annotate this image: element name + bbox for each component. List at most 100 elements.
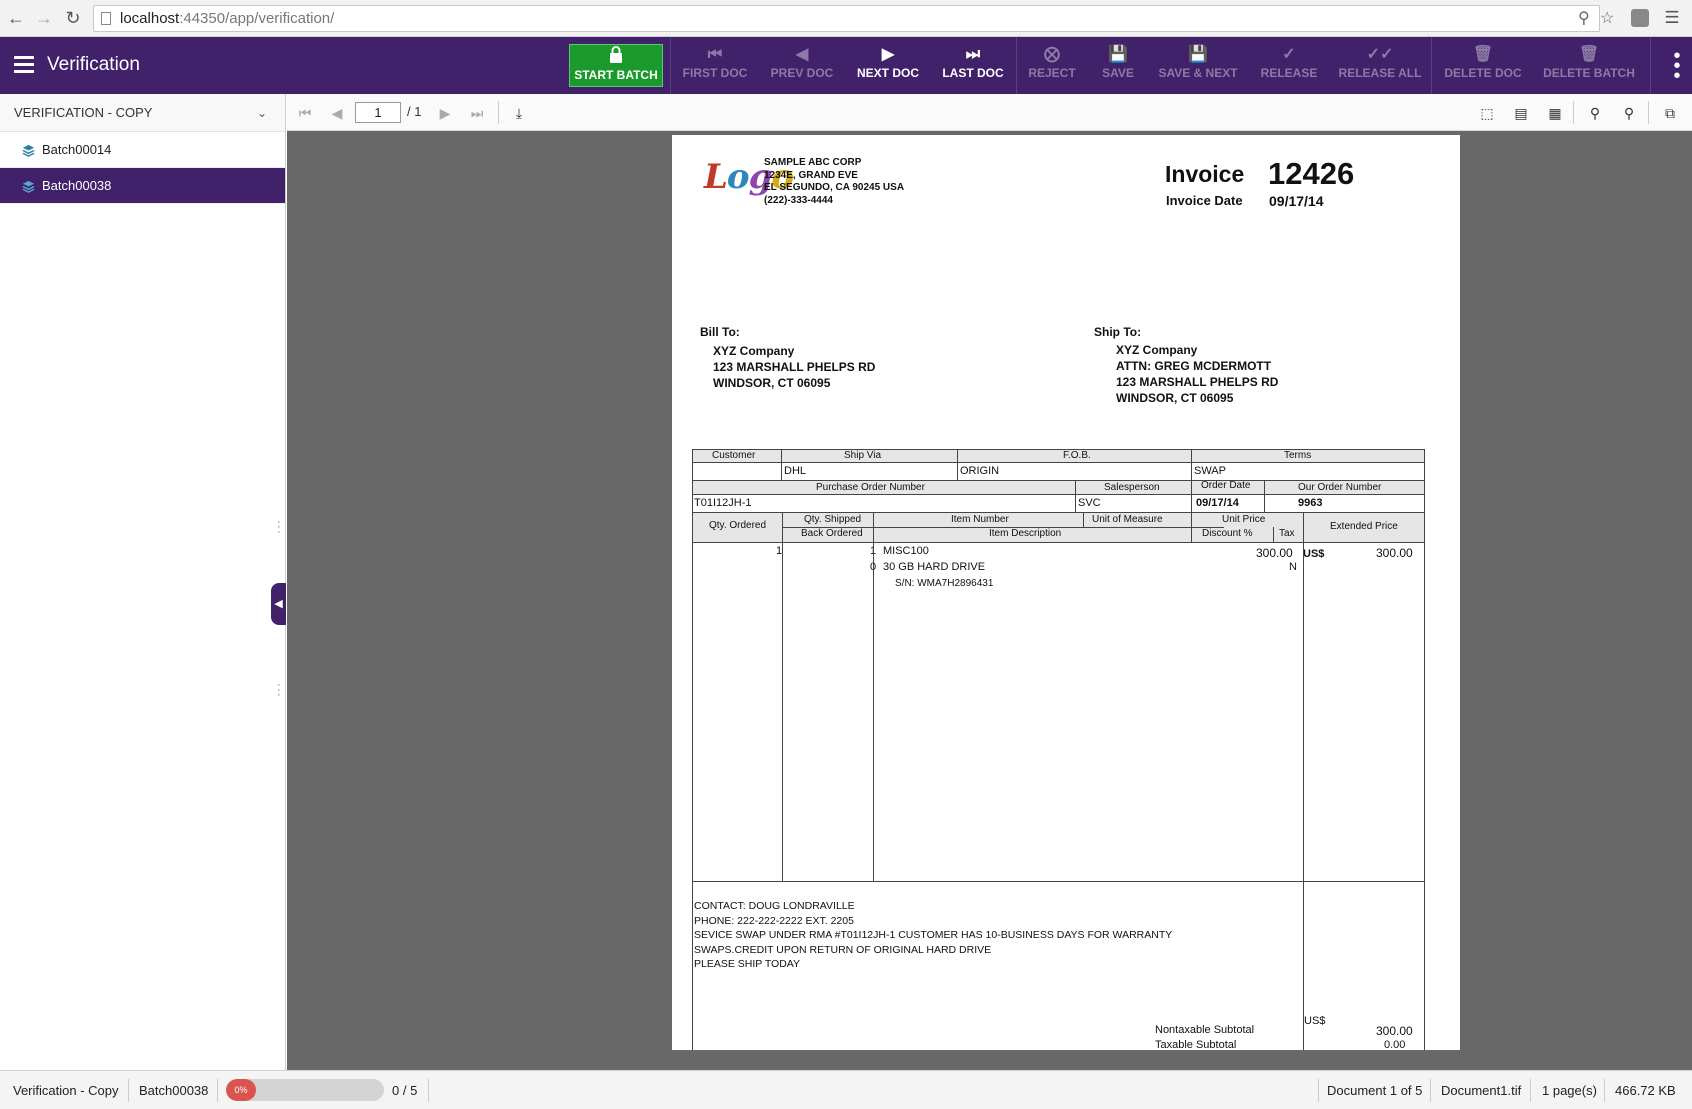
hdr-order-date: Order Date xyxy=(1201,480,1251,491)
download-icon[interactable]: ⤓ xyxy=(509,103,529,123)
prev-doc-button[interactable]: ◀ PREV DOC xyxy=(766,37,838,94)
page-number-input[interactable]: 1 xyxy=(355,102,401,123)
status-batch-name: Batch00038 xyxy=(139,1083,209,1098)
reload-icon[interactable]: ↻ xyxy=(61,6,85,30)
hdr-discount: Discount % xyxy=(1202,528,1253,539)
hdr-item-desc: Item Description xyxy=(989,528,1062,539)
browser-menu-icon[interactable]: ☰ xyxy=(1662,8,1682,28)
extended-value: 300.00 xyxy=(1376,546,1413,560)
sidebar-item-label: Batch00038 xyxy=(42,178,112,193)
hdr-fob: F.O.B. xyxy=(1063,450,1091,461)
delete-batch-button[interactable]: 🗑 DELETE BATCH xyxy=(1543,37,1635,94)
invoice-number: 12426 xyxy=(1268,156,1355,191)
fit-page-icon[interactable]: ⧉ xyxy=(1660,103,1680,123)
menu-icon[interactable] xyxy=(14,56,34,73)
prev-icon: ◀ xyxy=(795,46,809,63)
url-host: localhost xyxy=(120,10,180,27)
nontaxable-value: 300.00 xyxy=(1376,1024,1413,1038)
bill-to-label: Bill To: xyxy=(700,325,740,339)
start-batch-button[interactable]: START BATCH xyxy=(569,44,663,87)
app-title: Verification xyxy=(47,54,140,75)
hdr-ship-via: Ship Via xyxy=(844,450,882,461)
fob-value: ORIGIN xyxy=(960,465,1000,477)
salesperson-value: SVC xyxy=(1078,497,1101,509)
zoom-out-icon[interactable]: ⚲ xyxy=(1585,103,1605,123)
next-page-icon[interactable]: ▶ xyxy=(435,103,455,123)
status-document: Document 1 of 5 xyxy=(1327,1083,1423,1098)
lock-icon xyxy=(570,45,662,68)
skip-last-icon: ⏭ xyxy=(965,46,981,63)
status-batch-class: Verification - Copy xyxy=(13,1083,119,1098)
check-icon: ✓ xyxy=(1282,46,1296,63)
our-order-value: 9963 xyxy=(1298,497,1323,509)
delete-doc-button[interactable]: 🗑 DELETE DOC xyxy=(1439,37,1527,94)
status-size: 466.72 KB xyxy=(1615,1083,1676,1098)
collapse-sidebar-button[interactable]: ◀ xyxy=(271,583,286,625)
viewer-toolbar: ⏮ ◀ 1 / 1 ▶ ⏭ ⤓ ⬚ ▤ ▦ ⚲ ⚲ ⧉ xyxy=(287,94,1692,131)
hdr-customer: Customer xyxy=(712,450,756,461)
first-doc-button[interactable]: ⏮ FIRST DOC xyxy=(680,37,750,94)
sidebar-item-batch00014[interactable]: Batch00014 xyxy=(0,132,285,168)
back-icon[interactable]: ← xyxy=(4,6,28,30)
table-select-icon[interactable]: ▦ xyxy=(1545,103,1565,123)
status-count: 0 / 5 xyxy=(392,1083,418,1098)
forward-icon[interactable]: → xyxy=(32,6,56,30)
skip-first-icon: ⏮ xyxy=(707,46,723,63)
sidebar-item-label: Batch00014 xyxy=(42,142,112,157)
invoice-notes: CONTACT: DOUG LONDRAVILLE PHONE: 222-222… xyxy=(694,900,1173,970)
batch-class-dropdown[interactable]: VERIFICATION - COPY ⌄ xyxy=(0,94,285,132)
hdr-item-number: Item Number xyxy=(951,514,1009,525)
item-number-value: MISC100 xyxy=(883,545,929,557)
hdr-po: Purchase Order Number xyxy=(816,482,925,493)
hdr-qty-ordered: Qty. Ordered xyxy=(709,520,767,531)
select-area-icon[interactable]: ⬚ xyxy=(1477,103,1497,123)
last-page-icon[interactable]: ⏭ xyxy=(467,103,487,123)
reject-icon: ⨂ xyxy=(1044,46,1060,63)
next-doc-button[interactable]: ▶ NEXT DOC xyxy=(851,37,925,94)
hdr-extended: Extended Price xyxy=(1330,521,1398,532)
zoom-in-icon[interactable]: ⚲ xyxy=(1619,103,1639,123)
release-all-button[interactable]: ✓✓ RELEASE ALL xyxy=(1338,37,1422,94)
prev-page-icon[interactable]: ◀ xyxy=(327,103,347,123)
batch-class-label: VERIFICATION - COPY xyxy=(14,105,153,120)
nontaxable-label: Nontaxable Subtotal xyxy=(1155,1024,1255,1036)
bill-to-address: XYZ Company 123 MARSHALL PHELPS RD WINDS… xyxy=(713,344,876,390)
save-next-button[interactable]: 💾 SAVE & NEXT xyxy=(1155,37,1241,94)
currency-value: US$ xyxy=(1303,548,1325,560)
reject-button[interactable]: ⨂ REJECT xyxy=(1024,37,1080,94)
extension-icon[interactable] xyxy=(1631,9,1649,27)
layers-icon xyxy=(22,180,35,193)
release-button[interactable]: ✓ RELEASE xyxy=(1254,37,1324,94)
browser-chrome: ← → ↻ localhost:44350/app/verification/ … xyxy=(0,0,1692,37)
ship-via-value: DHL xyxy=(784,465,807,477)
status-bar: Verification - Copy Batch00038 0% 0 / 5 … xyxy=(0,1070,1692,1109)
terms-value: SWAP xyxy=(1194,465,1226,477)
company-address: SAMPLE ABC CORP 1234E, GRAND EVE EL SEGU… xyxy=(764,157,905,206)
save-button[interactable]: 💾 SAVE xyxy=(1095,37,1141,94)
splitter-handle[interactable]: · · · xyxy=(277,680,283,701)
splitter-handle[interactable]: · · · xyxy=(277,517,283,538)
hdr-terms: Terms xyxy=(1284,450,1312,461)
double-check-icon: ✓✓ xyxy=(1366,46,1394,63)
hdr-unit-price: Unit Price xyxy=(1222,514,1266,525)
zoom-icon[interactable]: ⚲ xyxy=(1578,8,1590,28)
last-doc-button[interactable]: ⏭ LAST DOC xyxy=(937,37,1009,94)
sidebar-item-batch00038[interactable]: Batch00038 xyxy=(0,168,285,204)
subtotal-currency: US$ xyxy=(1304,1015,1326,1027)
layers-icon xyxy=(22,144,35,157)
first-page-icon[interactable]: ⏮ xyxy=(295,103,315,123)
status-filename: Document1.tif xyxy=(1441,1083,1522,1098)
invoice-page: Logo SAMPLE ABC CORP 1234E, GRAND EVE EL… xyxy=(672,135,1460,1050)
address-bar[interactable]: localhost:44350/app/verification/ xyxy=(93,5,1600,32)
chevron-down-icon: ⌄ xyxy=(256,106,267,120)
hdr-salesperson: Salesperson xyxy=(1104,482,1160,493)
hdr-qty-shipped: Qty. Shipped xyxy=(804,514,862,525)
item-desc-value: 30 GB HARD DRIVE xyxy=(883,561,986,573)
star-icon[interactable]: ☆ xyxy=(1600,8,1614,28)
invoice-date-label: Invoice Date xyxy=(1166,193,1243,208)
next-icon: ▶ xyxy=(881,46,895,63)
batch-progress-bar: 0% xyxy=(226,1079,384,1101)
more-vert-icon[interactable]: • • • xyxy=(1670,46,1684,86)
row-select-icon[interactable]: ▤ xyxy=(1511,103,1531,123)
hdr-our-order: Our Order Number xyxy=(1298,482,1382,493)
